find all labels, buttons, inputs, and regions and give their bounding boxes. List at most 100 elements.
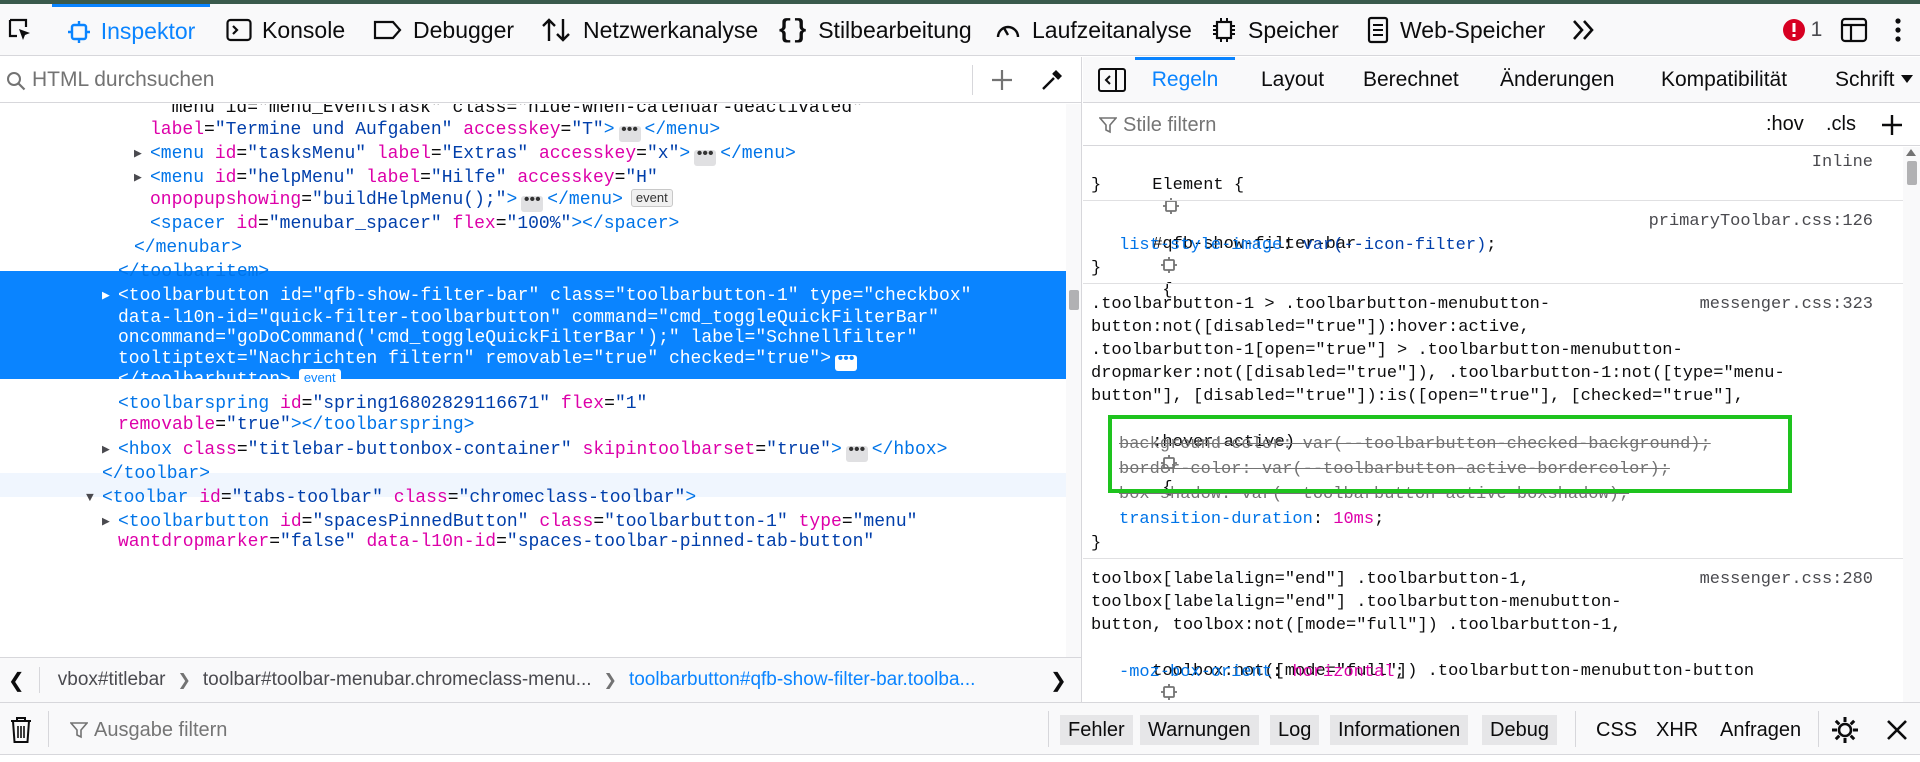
attr-value: "helpMenu" xyxy=(247,168,356,188)
tab-debugger[interactable]: Debugger xyxy=(373,4,514,56)
filter-errors-button[interactable]: Fehler xyxy=(1060,715,1133,745)
filter-debug-button[interactable]: Debug xyxy=(1482,715,1557,745)
scrollbar-thumb[interactable] xyxy=(1907,161,1917,185)
filter-xhr-button[interactable]: XHR xyxy=(1656,715,1698,745)
hover-pseudo-toggle[interactable]: :hov xyxy=(1766,113,1804,136)
property-value[interactable]: 10ms xyxy=(1333,510,1374,529)
rule-source[interactable]: messenger.css:323 xyxy=(1700,293,1873,316)
expand-twisty-icon[interactable]: ▶ xyxy=(134,166,142,190)
add-node-icon[interactable] xyxy=(988,66,1016,94)
markup-node[interactable]: <spacer id="menubar_spacer" flex="100%">… xyxy=(0,212,1066,236)
options-menu-icon[interactable] xyxy=(1880,4,1916,56)
add-rule-icon[interactable] xyxy=(1879,112,1905,138)
breadcrumb-item[interactable]: toolbar#toolbar-menubar.chromeclass-menu… xyxy=(203,669,592,691)
property-value[interactable]: horizontal xyxy=(1292,663,1394,682)
declaration[interactable]: -moz-box-orient: horizontal; xyxy=(1119,661,1405,684)
markup-text: = xyxy=(582,349,594,369)
breadcrumb-item-current[interactable]: toolbarbutton#qfb-show-filter-bar.toolba… xyxy=(629,669,975,691)
tab-computed[interactable]: Berechnet xyxy=(1363,57,1459,103)
filter-requests-button[interactable]: Anfragen xyxy=(1720,715,1801,745)
expand-twisty-icon[interactable]: ▶ xyxy=(134,142,142,166)
tabs-overflow-chevron-icon[interactable] xyxy=(1901,75,1913,83)
console-filter-input[interactable] xyxy=(94,716,694,744)
node-target-icon[interactable] xyxy=(1160,683,1178,701)
markup-node[interactable]: ▶ <menu id="helpMenu" label="Hilfe" acces… xyxy=(0,166,1066,190)
markup-node[interactable]: wantdropmarker="false" data-l10n-id="spa… xyxy=(0,530,1066,554)
collapsed-children-icon[interactable]: ••• xyxy=(845,442,868,462)
collapsed-children-icon[interactable]: ••• xyxy=(694,146,717,166)
declaration[interactable]: list-style-image: var(--icon-filter); xyxy=(1119,234,1496,257)
breadcrumb-forward-icon[interactable]: ❯ xyxy=(1050,668,1067,693)
tab-compatibility[interactable]: Kompatibilität xyxy=(1661,57,1787,103)
property-value[interactable]: var(--icon-filter) xyxy=(1303,236,1487,255)
breadcrumb-back-icon[interactable]: ❮ xyxy=(8,668,25,693)
markup-node-selected[interactable]: </toolbarbutton> event xyxy=(0,368,1066,392)
tab-storage[interactable]: Web-Speicher xyxy=(1366,4,1545,56)
markup-node[interactable]: </toolbar> xyxy=(0,462,1066,486)
scrollbar-thumb[interactable] xyxy=(1069,290,1079,310)
tab-layout[interactable]: Layout xyxy=(1261,57,1324,103)
breadcrumb-item[interactable]: vbox#titlebar xyxy=(58,669,166,691)
node-target-icon[interactable] xyxy=(1160,256,1178,274)
tab-performance[interactable]: Laufzeitanalyse xyxy=(994,4,1192,56)
html-search-input[interactable] xyxy=(32,67,932,93)
tab-changes[interactable]: Änderungen xyxy=(1500,57,1614,103)
event-badge[interactable]: event xyxy=(630,189,673,207)
settings-gear-icon[interactable] xyxy=(1830,715,1860,745)
markup-node[interactable]: onpopupshowing="buildHelpMenu();"> ••• </m… xyxy=(0,188,1066,212)
property-name[interactable]: transition-duration xyxy=(1119,510,1313,529)
markup-node[interactable]: ▶ <menu id="tasksMenu" label="Extras" acc… xyxy=(0,142,1066,166)
rules-scrollbar[interactable] xyxy=(1903,147,1920,702)
tab-network[interactable]: Netzwerkanalyse xyxy=(541,4,758,56)
tab-rules[interactable]: Regeln xyxy=(1135,57,1235,103)
filter-info-button[interactable]: Informationen xyxy=(1330,715,1469,745)
declaration[interactable]: transition-duration: 10ms; xyxy=(1119,508,1384,531)
filter-css-button[interactable]: CSS xyxy=(1596,715,1637,745)
tag-name: </toolbarbutton> xyxy=(118,370,291,390)
tag-name: ></toolbarspring> xyxy=(290,415,475,435)
property-name[interactable]: -moz-box-orient xyxy=(1119,663,1272,682)
rule-source[interactable]: Inline xyxy=(1812,151,1873,174)
styles-filter-input[interactable] xyxy=(1123,112,1603,138)
tab-memory[interactable]: Speicher xyxy=(1210,4,1339,56)
close-icon[interactable] xyxy=(1884,717,1910,743)
dock-layout-icon[interactable] xyxy=(1834,4,1874,56)
filter-warnings-button[interactable]: Warnungen xyxy=(1140,715,1259,745)
scroll-up-icon[interactable] xyxy=(1906,149,1916,156)
more-tools-chevron-icon[interactable] xyxy=(1566,4,1602,56)
tab-style-editor[interactable]: {} Stilbearbeitung xyxy=(777,4,972,56)
markup-node[interactable]: removable="true"></toolbarspring> xyxy=(0,413,1066,437)
rule-close-brace: } xyxy=(1091,534,1102,553)
element-picker-icon[interactable] xyxy=(0,4,40,56)
property-name[interactable]: list-style-image xyxy=(1119,236,1282,255)
markup-scrollbar[interactable] xyxy=(1066,104,1081,657)
event-badge[interactable]: event xyxy=(298,369,341,387)
markup-text: = xyxy=(215,328,227,348)
rule-source[interactable]: primaryToolbar.css:126 xyxy=(1649,210,1873,233)
markup-text: = xyxy=(744,349,756,369)
tab-fonts[interactable]: Schrift xyxy=(1835,57,1905,103)
expand-twisty-icon[interactable]: ▶ xyxy=(102,284,110,308)
class-toggle[interactable]: .cls xyxy=(1826,113,1856,136)
markup-node-selected[interactable]: ▶ <toolbarbutton id="qfb-show-filter-bar"… xyxy=(0,284,1066,308)
expand-twisty-open-icon[interactable]: ▼ xyxy=(86,486,94,510)
toggle-sidebar-icon[interactable] xyxy=(1097,67,1127,93)
expand-twisty-icon[interactable]: ▶ xyxy=(102,438,110,462)
markup-node[interactable]: ▼ <toolbar id="tabs-toolbar" class="chrom… xyxy=(0,486,1066,510)
attr-name: removable xyxy=(118,415,216,435)
rule-source[interactable]: messenger.css:280 xyxy=(1700,568,1873,591)
collapsed-children-icon[interactable]: ••• xyxy=(521,192,544,212)
markup-node[interactable]: </menubar> xyxy=(0,236,1066,260)
tab-inspector[interactable]: Inspektor xyxy=(52,4,210,56)
trash-icon[interactable] xyxy=(8,715,34,745)
tag-name: > xyxy=(820,349,832,369)
markup-text xyxy=(356,532,367,552)
eyedropper-icon[interactable] xyxy=(1038,66,1066,94)
collapsed-children-icon[interactable]: ••• xyxy=(618,122,641,142)
tab-console[interactable]: Konsole xyxy=(226,4,345,56)
filter-log-button[interactable]: Log xyxy=(1270,715,1320,745)
markup-node[interactable]: </toolbaritem> xyxy=(0,260,1066,284)
error-count-button[interactable]: 1 xyxy=(1776,4,1828,56)
markup-node[interactable]: ▶ <hbox class="titlebar-buttonbox-contain… xyxy=(0,438,1066,462)
markup-node[interactable]: label="Termine und Aufgaben" accesskey="… xyxy=(0,118,1066,142)
